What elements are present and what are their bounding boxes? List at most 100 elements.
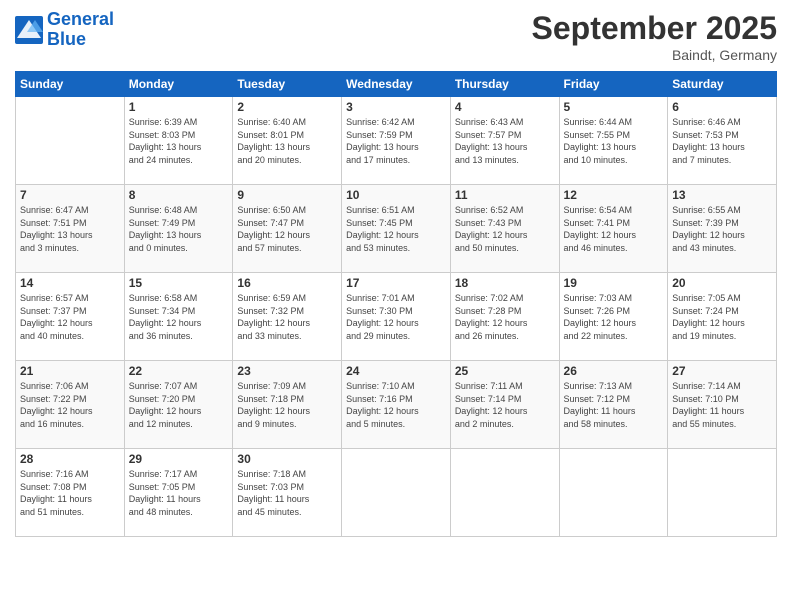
day-number: 23 xyxy=(237,364,337,378)
calendar-cell: 20 Sunrise: 7:05 AM Sunset: 7:24 PM Dayli… xyxy=(668,273,777,361)
page: General Blue September 2025 Baindt, Germ… xyxy=(0,0,792,612)
day-number: 25 xyxy=(455,364,555,378)
day-number: 8 xyxy=(129,188,229,202)
day-number: 28 xyxy=(20,452,120,466)
weekday-header: Thursday xyxy=(450,72,559,97)
day-info: Sunrise: 7:05 AM Sunset: 7:24 PM Dayligh… xyxy=(672,292,772,342)
day-number: 2 xyxy=(237,100,337,114)
day-number: 6 xyxy=(672,100,772,114)
calendar-cell: 13 Sunrise: 6:55 AM Sunset: 7:39 PM Dayli… xyxy=(668,185,777,273)
day-info: Sunrise: 6:51 AM Sunset: 7:45 PM Dayligh… xyxy=(346,204,446,254)
calendar-week-row: 28Sunrise: 7:16 AM Sunset: 7:08 PM Dayli… xyxy=(16,449,777,537)
day-number: 24 xyxy=(346,364,446,378)
calendar-week-row: 21Sunrise: 7:06 AM Sunset: 7:22 PM Dayli… xyxy=(16,361,777,449)
calendar-cell: 17 Sunrise: 7:01 AM Sunset: 7:30 PM Dayli… xyxy=(342,273,451,361)
day-info: Sunrise: 7:01 AM Sunset: 7:30 PM Dayligh… xyxy=(346,292,446,342)
day-number: 18 xyxy=(455,276,555,290)
calendar-cell: 3 Sunrise: 6:42 AM Sunset: 7:59 PM Daylig… xyxy=(342,97,451,185)
day-info: Sunrise: 6:55 AM Sunset: 7:39 PM Dayligh… xyxy=(672,204,772,254)
calendar-cell: 9 Sunrise: 6:50 AM Sunset: 7:47 PM Daylig… xyxy=(233,185,342,273)
day-number: 10 xyxy=(346,188,446,202)
day-number: 16 xyxy=(237,276,337,290)
day-info: Sunrise: 6:47 AM Sunset: 7:51 PM Dayligh… xyxy=(20,204,120,254)
day-number: 22 xyxy=(129,364,229,378)
calendar-cell: 18 Sunrise: 7:02 AM Sunset: 7:28 PM Dayli… xyxy=(450,273,559,361)
calendar-cell: 24 Sunrise: 7:10 AM Sunset: 7:16 PM Dayli… xyxy=(342,361,451,449)
day-number: 30 xyxy=(237,452,337,466)
day-number: 5 xyxy=(564,100,664,114)
day-info: Sunrise: 6:46 AM Sunset: 7:53 PM Dayligh… xyxy=(672,116,772,166)
title-block: September 2025 Baindt, Germany xyxy=(532,10,777,63)
day-info: Sunrise: 7:10 AM Sunset: 7:16 PM Dayligh… xyxy=(346,380,446,430)
day-info: Sunrise: 6:57 AM Sunset: 7:37 PM Dayligh… xyxy=(20,292,120,342)
day-info: Sunrise: 6:50 AM Sunset: 7:47 PM Dayligh… xyxy=(237,204,337,254)
day-info: Sunrise: 7:03 AM Sunset: 7:26 PM Dayligh… xyxy=(564,292,664,342)
calendar-cell: 30 Sunrise: 7:18 AM Sunset: 7:03 PM Dayli… xyxy=(233,449,342,537)
day-info: Sunrise: 6:44 AM Sunset: 7:55 PM Dayligh… xyxy=(564,116,664,166)
day-info: Sunrise: 6:48 AM Sunset: 7:49 PM Dayligh… xyxy=(129,204,229,254)
logo-icon xyxy=(15,16,43,44)
calendar-header: SundayMondayTuesdayWednesdayThursdayFrid… xyxy=(16,72,777,97)
day-number: 21 xyxy=(20,364,120,378)
weekday-row: SundayMondayTuesdayWednesdayThursdayFrid… xyxy=(16,72,777,97)
day-number: 14 xyxy=(20,276,120,290)
calendar-cell: 16 Sunrise: 6:59 AM Sunset: 7:32 PM Dayli… xyxy=(233,273,342,361)
calendar-week-row: 1 Sunrise: 6:39 AM Sunset: 8:03 PM Daylig… xyxy=(16,97,777,185)
calendar-cell: 4 Sunrise: 6:43 AM Sunset: 7:57 PM Daylig… xyxy=(450,97,559,185)
day-number: 4 xyxy=(455,100,555,114)
day-number: 29 xyxy=(129,452,229,466)
location: Baindt, Germany xyxy=(532,47,777,63)
day-info: Sunrise: 7:09 AM Sunset: 7:18 PM Dayligh… xyxy=(237,380,337,430)
calendar-cell: 8 Sunrise: 6:48 AM Sunset: 7:49 PM Daylig… xyxy=(124,185,233,273)
calendar-cell: 5 Sunrise: 6:44 AM Sunset: 7:55 PM Daylig… xyxy=(559,97,668,185)
calendar-week-row: 7Sunrise: 6:47 AM Sunset: 7:51 PM Daylig… xyxy=(16,185,777,273)
calendar-cell: 27 Sunrise: 7:14 AM Sunset: 7:10 PM Dayli… xyxy=(668,361,777,449)
weekday-header: Wednesday xyxy=(342,72,451,97)
calendar-table: SundayMondayTuesdayWednesdayThursdayFrid… xyxy=(15,71,777,537)
day-number: 17 xyxy=(346,276,446,290)
day-info: Sunrise: 6:43 AM Sunset: 7:57 PM Dayligh… xyxy=(455,116,555,166)
calendar-cell: 15 Sunrise: 6:58 AM Sunset: 7:34 PM Dayli… xyxy=(124,273,233,361)
calendar-cell: 22Sunrise: 7:07 AM Sunset: 7:20 PM Dayli… xyxy=(124,361,233,449)
day-number: 12 xyxy=(564,188,664,202)
calendar-cell: 21Sunrise: 7:06 AM Sunset: 7:22 PM Dayli… xyxy=(16,361,125,449)
calendar-cell: 11 Sunrise: 6:52 AM Sunset: 7:43 PM Dayli… xyxy=(450,185,559,273)
day-number: 11 xyxy=(455,188,555,202)
header: General Blue September 2025 Baindt, Germ… xyxy=(15,10,777,63)
day-info: Sunrise: 7:17 AM Sunset: 7:05 PM Dayligh… xyxy=(129,468,229,518)
calendar-body: 1 Sunrise: 6:39 AM Sunset: 8:03 PM Daylig… xyxy=(16,97,777,537)
logo-text: General Blue xyxy=(47,10,114,50)
calendar-cell: 7Sunrise: 6:47 AM Sunset: 7:51 PM Daylig… xyxy=(16,185,125,273)
day-info: Sunrise: 7:18 AM Sunset: 7:03 PM Dayligh… xyxy=(237,468,337,518)
day-info: Sunrise: 6:39 AM Sunset: 8:03 PM Dayligh… xyxy=(129,116,229,166)
day-number: 27 xyxy=(672,364,772,378)
day-info: Sunrise: 6:58 AM Sunset: 7:34 PM Dayligh… xyxy=(129,292,229,342)
calendar-cell: 28Sunrise: 7:16 AM Sunset: 7:08 PM Dayli… xyxy=(16,449,125,537)
day-info: Sunrise: 7:14 AM Sunset: 7:10 PM Dayligh… xyxy=(672,380,772,430)
day-number: 13 xyxy=(672,188,772,202)
calendar-cell: 29 Sunrise: 7:17 AM Sunset: 7:05 PM Dayli… xyxy=(124,449,233,537)
calendar-cell: 6 Sunrise: 6:46 AM Sunset: 7:53 PM Daylig… xyxy=(668,97,777,185)
day-info: Sunrise: 7:02 AM Sunset: 7:28 PM Dayligh… xyxy=(455,292,555,342)
calendar-cell: 26Sunrise: 7:13 AM Sunset: 7:12 PM Dayli… xyxy=(559,361,668,449)
day-number: 1 xyxy=(129,100,229,114)
weekday-header: Friday xyxy=(559,72,668,97)
day-number: 9 xyxy=(237,188,337,202)
day-number: 20 xyxy=(672,276,772,290)
day-info: Sunrise: 6:59 AM Sunset: 7:32 PM Dayligh… xyxy=(237,292,337,342)
calendar-cell: 19Sunrise: 7:03 AM Sunset: 7:26 PM Dayli… xyxy=(559,273,668,361)
calendar-cell xyxy=(668,449,777,537)
day-number: 3 xyxy=(346,100,446,114)
calendar-week-row: 14 Sunrise: 6:57 AM Sunset: 7:37 PM Dayli… xyxy=(16,273,777,361)
day-info: Sunrise: 6:40 AM Sunset: 8:01 PM Dayligh… xyxy=(237,116,337,166)
weekday-header: Saturday xyxy=(668,72,777,97)
day-info: Sunrise: 6:42 AM Sunset: 7:59 PM Dayligh… xyxy=(346,116,446,166)
calendar-cell xyxy=(16,97,125,185)
logo: General Blue xyxy=(15,10,114,50)
day-info: Sunrise: 6:52 AM Sunset: 7:43 PM Dayligh… xyxy=(455,204,555,254)
day-number: 15 xyxy=(129,276,229,290)
day-info: Sunrise: 7:13 AM Sunset: 7:12 PM Dayligh… xyxy=(564,380,664,430)
calendar-cell: 25Sunrise: 7:11 AM Sunset: 7:14 PM Dayli… xyxy=(450,361,559,449)
calendar-cell xyxy=(450,449,559,537)
calendar-cell: 14 Sunrise: 6:57 AM Sunset: 7:37 PM Dayli… xyxy=(16,273,125,361)
